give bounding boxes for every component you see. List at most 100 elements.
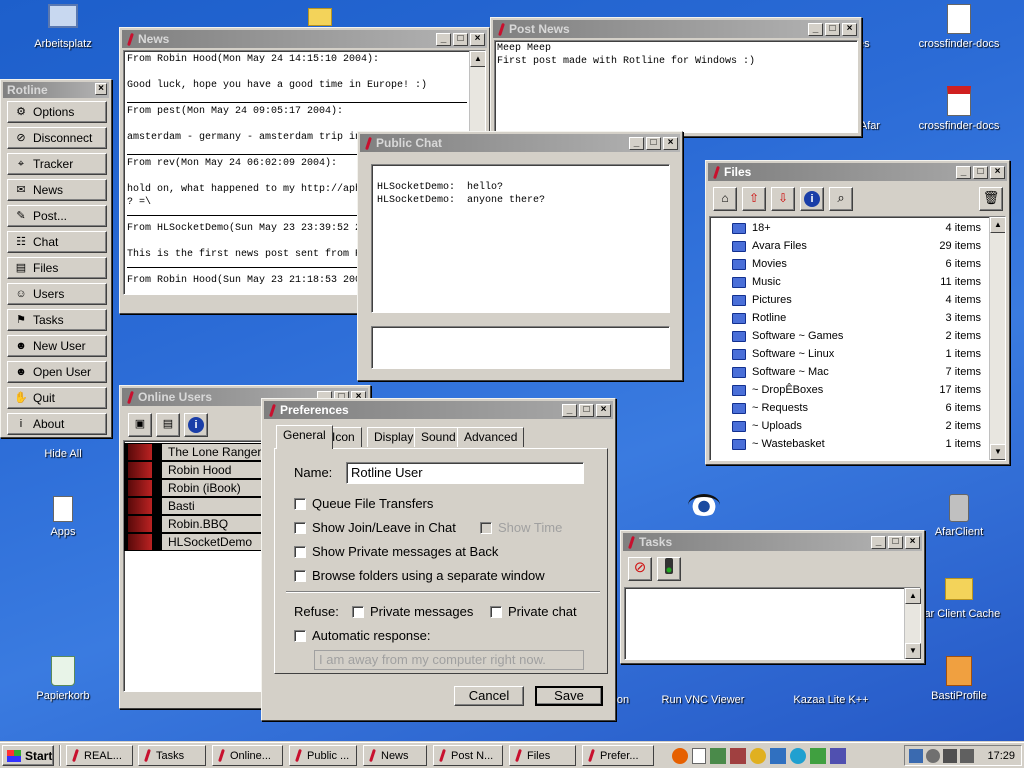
user-info-button[interactable]: ▣ (128, 413, 152, 437)
trash-button[interactable]: 🗑 (979, 187, 1003, 211)
files-list[interactable]: 18+ 4 items Avara Files 29 items Movies 6 ite… (709, 216, 1006, 461)
user-row[interactable]: Robin.BBQ (124, 515, 262, 533)
rotline-chat-button[interactable]: ☷ Chat (7, 231, 107, 253)
news-titlebar[interactable]: News _ □ × (122, 30, 487, 48)
desktop-icon-bastiprofile[interactable]: BastiProfile (914, 656, 1004, 702)
desktop-icon-kazaa[interactable]: Kazaa Lite K++ (786, 694, 876, 706)
user-row[interactable]: The Lone Ranger (124, 443, 262, 461)
maximize-button[interactable]: □ (888, 536, 903, 549)
desktop-icon-run-vnc-viewer[interactable]: Run VNC Viewer (658, 694, 748, 706)
app-icon[interactable] (710, 747, 726, 764)
preferences-titlebar[interactable]: Preferences _ □ × (264, 401, 613, 419)
close-button[interactable]: × (842, 23, 857, 36)
show-time-checkbox[interactable] (480, 521, 492, 534)
taskbar-button[interactable]: Prefer... (582, 745, 654, 766)
post-news-editor[interactable]: Meep Meep First post made with Rotline f… (494, 40, 858, 133)
clock[interactable]: 17:29 (987, 750, 1015, 762)
rotline-post-button[interactable]: ✎ Post... (7, 205, 107, 227)
file-row[interactable]: 18+ 4 items (710, 219, 1005, 237)
taskbar-button[interactable]: REAL... (66, 745, 133, 766)
auto-response-checkbox[interactable] (294, 629, 306, 642)
rotline-titlebar[interactable]: Rotline × (3, 82, 109, 98)
minimize-button[interactable]: _ (956, 166, 971, 179)
user-row[interactable]: Robin Hood (124, 461, 262, 479)
scroll-down-arrow[interactable]: ▼ (990, 444, 1005, 460)
maximize-button[interactable]: □ (453, 33, 468, 46)
show-join-row[interactable]: Show Join/Leave in Chat (294, 520, 456, 535)
save-button[interactable]: Save (535, 686, 603, 706)
upload-button[interactable]: ⇧ (742, 187, 766, 211)
rotline-new-user-button[interactable]: ☻ New User (7, 335, 107, 357)
queue-transfers-checkbox[interactable] (294, 497, 306, 510)
tray-icon[interactable] (926, 748, 940, 763)
rotline-options-button[interactable]: ⚙ Options (7, 101, 107, 123)
cancel-button[interactable]: Cancel (454, 686, 524, 706)
desktop-icon-crossfinder-docs-1[interactable]: crossfinder-docs (914, 4, 1004, 50)
folder-icon[interactable] (308, 8, 332, 26)
maximize-button[interactable]: □ (973, 166, 988, 179)
browse-folders-row[interactable]: Browse folders using a separate window (294, 568, 545, 583)
cancel-task-button[interactable]: ⊘ (628, 557, 652, 581)
rotline-users-button[interactable]: ☺ Users (7, 283, 107, 305)
refuse-pm-checkbox[interactable] (352, 605, 364, 618)
tab-sound[interactable]: Sound (414, 427, 463, 447)
app-icon[interactable] (730, 747, 746, 764)
rotline-open-user-button[interactable]: ☻ Open User (7, 361, 107, 383)
queue-transfers-row[interactable]: Queue File Transfers (294, 496, 433, 511)
scroll-up-arrow[interactable]: ▲ (990, 217, 1005, 233)
taskbar-button[interactable]: Public ... (289, 745, 357, 766)
file-row[interactable]: Software ~ Linux 1 items (710, 345, 1005, 363)
show-join-checkbox[interactable] (294, 521, 306, 534)
maximize-button[interactable]: □ (579, 404, 594, 417)
desktop-icon-apps[interactable]: Apps (18, 496, 108, 538)
tray-icon[interactable] (943, 748, 957, 763)
file-row[interactable]: Rotline 3 items (710, 309, 1005, 327)
scroll-up-arrow[interactable]: ▲ (470, 51, 485, 67)
scrollbar[interactable]: ▲ ▼ (989, 217, 1005, 460)
close-button[interactable]: × (95, 83, 107, 95)
minimize-button[interactable]: _ (871, 536, 886, 549)
network-icon[interactable] (909, 748, 923, 763)
tray-icon[interactable] (960, 748, 974, 763)
auto-response-row[interactable]: Automatic response: (294, 628, 431, 643)
app-icon[interactable] (810, 747, 826, 764)
scroll-down-arrow[interactable]: ▼ (905, 643, 921, 659)
user-row[interactable]: Robin (iBook) (124, 479, 262, 497)
file-row[interactable]: ~ DropÊBoxes 17 items (710, 381, 1005, 399)
chat-titlebar[interactable]: Public Chat _ □ × (360, 134, 680, 152)
task-status-button[interactable] (657, 557, 681, 581)
minimize-button[interactable]: _ (436, 33, 451, 46)
taskbar-button[interactable]: Files (509, 745, 576, 766)
desktop-icon-far-client-cache[interactable]: Far Client Cache (914, 578, 1004, 620)
file-row[interactable]: Music 11 items (710, 273, 1005, 291)
tab-advanced[interactable]: Advanced (457, 427, 525, 447)
rotline-disconnect-button[interactable]: ⊘ Disconnect (7, 127, 107, 149)
download-button[interactable]: ⇩ (771, 187, 795, 211)
close-button[interactable]: × (596, 404, 611, 417)
taskbar-button[interactable]: Online... (212, 745, 283, 766)
rotline-about-button[interactable]: i About (7, 413, 107, 435)
file-row[interactable]: Software ~ Games 2 items (710, 327, 1005, 345)
private-message-button[interactable]: ▤ (156, 413, 180, 437)
chat-input[interactable] (371, 326, 670, 369)
tab-display[interactable]: Display (367, 427, 421, 447)
auto-response-field[interactable]: I am away from my computer right now. (314, 650, 584, 670)
browse-folders-checkbox[interactable] (294, 569, 306, 582)
name-field[interactable]: Rotline User (346, 462, 584, 484)
hide-all-label[interactable]: Hide All (18, 448, 108, 460)
user-row[interactable]: Basti (124, 497, 262, 515)
chat-log[interactable]: HLSocketDemo: hello? HLSocketDemo: anyon… (371, 164, 670, 313)
close-button[interactable]: × (470, 33, 485, 46)
eye-icon[interactable] (688, 494, 720, 516)
close-button[interactable]: × (990, 166, 1005, 179)
file-row[interactable]: Pictures 4 items (710, 291, 1005, 309)
desktop-icon-crossfinder-docs-2[interactable]: crossfinder-docs (914, 86, 1004, 132)
rotline-tracker-button[interactable]: ⌖ Tracker (7, 153, 107, 175)
search-button[interactable]: ⌕ (829, 187, 853, 211)
tab-general[interactable]: General (276, 425, 333, 449)
file-row[interactable]: Avara Files 29 items (710, 237, 1005, 255)
refuse-chat-checkbox[interactable] (490, 605, 502, 618)
info-button[interactable]: i (184, 413, 208, 437)
maximize-button[interactable]: □ (646, 137, 661, 150)
app-icon[interactable] (750, 747, 766, 764)
